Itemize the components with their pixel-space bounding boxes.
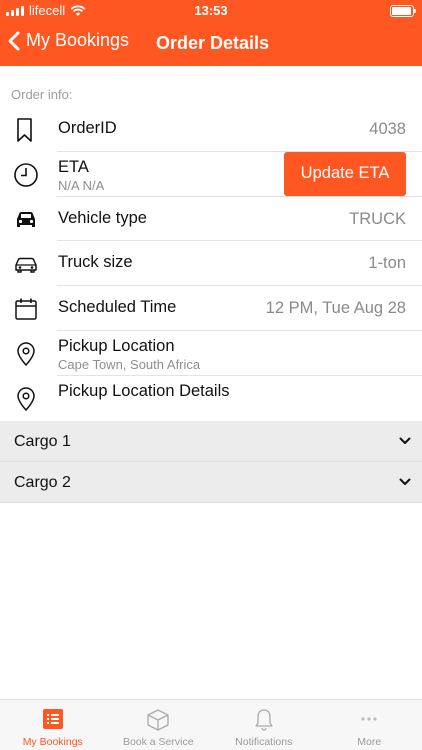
tab-my-bookings[interactable]: My Bookings <box>0 700 106 750</box>
vehicle-type-label: Vehicle type <box>58 208 147 227</box>
row-pickup-details: Pickup Location Details <box>0 376 422 421</box>
row-order-id: OrderID 4038 <box>0 107 422 152</box>
pickup-location-value: Cape Town, South Africa <box>58 356 201 372</box>
chevron-left-icon <box>8 31 20 50</box>
update-eta-button[interactable]: Update ETA <box>284 151 406 196</box>
chevron-down-icon <box>399 437 411 444</box>
tab-label: More <box>357 736 382 748</box>
tab-label: Book a Service <box>122 736 194 748</box>
status-bar: lifecell 13:53 <box>0 0 422 22</box>
status-time: 13:53 <box>194 3 228 18</box>
chevron-down-icon <box>399 478 411 485</box>
tab-notifications[interactable]: Notifications <box>211 700 317 750</box>
tab-book-a-service[interactable]: Book a Service <box>106 700 212 750</box>
tab-label: My Bookings <box>22 736 83 748</box>
car-outline-icon <box>15 258 37 274</box>
box-icon <box>147 709 169 731</box>
battery-icon <box>390 5 416 17</box>
row-vehicle-type: Vehicle type TRUCK <box>0 197 422 242</box>
cargo-label: Cargo 1 <box>14 432 71 450</box>
bookmark-icon <box>17 118 32 142</box>
cargo-label: Cargo 2 <box>14 473 71 491</box>
location-pin-icon <box>17 387 35 411</box>
order-id-value: 4038 <box>369 120 406 138</box>
more-icon <box>361 717 377 721</box>
pickup-details-label: Pickup Location Details <box>58 381 230 400</box>
cargo-row[interactable]: Cargo 1 <box>0 420 422 462</box>
row-truck-size: Truck size 1-ton <box>0 241 422 287</box>
back-button[interactable]: My Bookings <box>8 30 129 51</box>
list-icon <box>42 709 63 729</box>
car-icon <box>17 211 35 227</box>
tab-more[interactable]: More <box>317 700 422 750</box>
truck-size-value: 1-ton <box>368 254 406 273</box>
location-pin-icon <box>17 342 35 367</box>
scheduled-time-label: Scheduled Time <box>58 298 177 317</box>
section-label: Order info: <box>11 87 73 102</box>
vehicle-type-value: TRUCK <box>349 209 406 228</box>
tab-bar: My Bookings Book a Service Notifications… <box>0 699 422 750</box>
eta-label: ETA <box>58 157 89 176</box>
order-id-label: OrderID <box>58 119 117 137</box>
tab-label: Notifications <box>235 736 293 748</box>
header: lifecell 13:53 My Bookings Order Details <box>0 0 422 66</box>
truck-size-label: Truck size <box>58 253 133 272</box>
row-pickup-location: Pickup Location Cape Town, South Africa <box>0 331 422 376</box>
row-eta: ETA N/A N/A Update ETA <box>0 151 422 197</box>
back-label: My Bookings <box>26 30 130 50</box>
pickup-location-label: Pickup Location <box>58 336 175 355</box>
clock-icon <box>14 162 38 187</box>
page-title: Order Details <box>156 33 270 53</box>
bell-icon <box>255 709 273 731</box>
order-details: Order info: OrderID 4038 ETA N/A N/A Upd… <box>0 66 422 503</box>
cargo-row[interactable]: Cargo 2 <box>0 461 422 503</box>
calendar-icon <box>15 298 37 320</box>
row-scheduled-time: Scheduled Time 12 PM, Tue Aug 28 <box>0 286 422 331</box>
eta-value: N/A N/A <box>58 177 105 193</box>
scheduled-time-value: 12 PM, Tue Aug 28 <box>265 299 406 318</box>
